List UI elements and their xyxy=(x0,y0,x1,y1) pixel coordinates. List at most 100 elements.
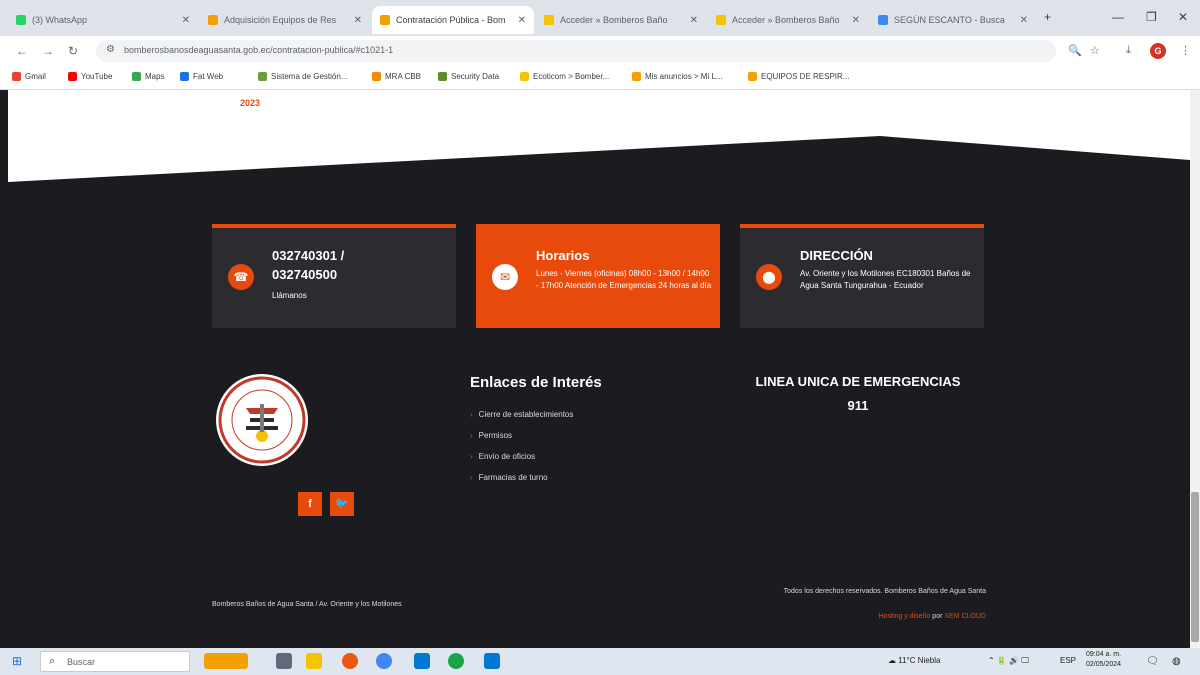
copilot-icon[interactable]: ◍ xyxy=(1172,656,1181,667)
phone-sub-label: Llámanos xyxy=(272,291,307,300)
weather-widget[interactable]: ☁ 11°C Niebla xyxy=(888,656,940,665)
footer-address: Bomberos Baños de Agua Santa / Av. Orien… xyxy=(212,601,402,608)
tab-acceder-2[interactable]: Acceder » Bomberos Baño ✕ xyxy=(708,6,868,34)
bookmark-youtube[interactable]: YouTube xyxy=(68,72,112,81)
scrollbar-thumb[interactable] xyxy=(1191,492,1199,642)
close-icon[interactable]: ✕ xyxy=(354,15,362,26)
twitter-button[interactable]: 🐦 xyxy=(330,492,354,516)
site-favicon-icon xyxy=(372,72,381,81)
site-favicon-icon xyxy=(258,72,267,81)
tab-whatsapp[interactable]: (3) WhatsApp ✕ xyxy=(8,6,198,34)
address-toolbar: ← → ↻ ⚙ bomberosbanosdeaguasanta.gob.ec/… xyxy=(0,36,1200,66)
system-tray-icons[interactable]: ⌃ 🔋 🔊 🖵 xyxy=(988,656,1029,666)
fire-department-seal-icon xyxy=(218,376,306,464)
tab-google-search[interactable]: SEGÚN ESCANTO - Busca ✕ xyxy=(870,6,1036,34)
chevron-right-icon: › xyxy=(470,431,473,440)
tab-acceder-1[interactable]: Acceder » Bomberos Baño ✕ xyxy=(536,6,706,34)
bookmark-ecoticom[interactable]: Ecoticom > Bomber... xyxy=(520,72,609,81)
firefox-icon[interactable] xyxy=(342,653,358,669)
credit-company-link[interactable]: XEM CLOUD xyxy=(944,613,986,620)
weather-text: 11°C Niebla xyxy=(898,656,941,665)
bookmark-maps[interactable]: Maps xyxy=(132,72,165,81)
new-tab-button[interactable]: + xyxy=(1044,10,1051,24)
gmail-icon xyxy=(12,72,21,81)
link-envio[interactable]: › Envío de oficios xyxy=(470,452,535,461)
chrome-icon[interactable] xyxy=(376,653,392,669)
phone-icon: ☎ xyxy=(228,264,254,290)
bookmark-star-icon[interactable]: ☆ xyxy=(1090,44,1100,57)
phone-number-2[interactable]: 032740500 xyxy=(272,265,344,284)
credit-by: por xyxy=(932,613,943,620)
download-icon[interactable]: ⤓ xyxy=(1126,44,1131,57)
tab-title: (3) WhatsApp xyxy=(32,15,88,25)
url-bar[interactable]: ⚙ bomberosbanosdeaguasanta.gob.ec/contra… xyxy=(96,40,1056,62)
hours-card: ✉ Horarios Lunes - Viernes (oficinas) 08… xyxy=(476,224,720,328)
bookmark-sistema[interactable]: Sistema de Gestión... xyxy=(258,72,347,81)
emergency-heading: LINEA UNICA DE EMERGENCIAS xyxy=(755,374,961,389)
file-explorer-icon[interactable] xyxy=(306,653,322,669)
bookmark-anuncios[interactable]: Mis anuncios > Mi L... xyxy=(632,72,723,81)
back-icon[interactable]: ← xyxy=(16,44,28,58)
close-icon[interactable]: ✕ xyxy=(690,15,698,26)
tab-contratacion-active[interactable]: Contratación Pública - Bom ✕ xyxy=(372,6,534,34)
links-heading: Enlaces de Interés xyxy=(470,374,602,391)
site-favicon-icon xyxy=(544,15,554,25)
bookmark-mra[interactable]: MRA CBB xyxy=(372,72,421,81)
clock[interactable]: 09:04 a. m. 02/05/2024 xyxy=(1086,650,1121,670)
close-icon[interactable]: ✕ xyxy=(182,15,190,26)
phone-number-1[interactable]: 032740301 / xyxy=(272,246,344,265)
site-favicon-icon xyxy=(380,15,390,25)
phone-numbers: 032740301 / 032740500 xyxy=(272,246,344,284)
search-icon: ⌕ xyxy=(49,655,56,667)
bookmark-gmail[interactable]: Gmail xyxy=(12,72,46,81)
zoom-icon[interactable]: 🔍 xyxy=(1068,44,1082,57)
bookmark-fatweb[interactable]: Fat Web xyxy=(180,72,223,81)
address-title: DIRECCIÓN xyxy=(800,248,873,263)
facebook-button[interactable]: f xyxy=(298,492,322,516)
tab-title: Acceder » Bomberos Baño xyxy=(560,15,668,25)
browser-tab-bar: (3) WhatsApp ✕ Adquisición Equipos de Re… xyxy=(0,0,1200,36)
window-close-icon[interactable]: ✕ xyxy=(1178,10,1188,24)
windows-start-icon[interactable]: ⊞ xyxy=(12,654,22,668)
bookmark-security[interactable]: Security Data xyxy=(438,72,499,81)
facebook-icon: f xyxy=(308,498,312,510)
forward-icon[interactable]: → xyxy=(42,44,54,58)
bookmark-label: Gmail xyxy=(25,72,46,81)
taskbar-search[interactable]: ⌕ Buscar xyxy=(40,651,190,672)
card-year[interactable]: 2023 xyxy=(240,98,260,108)
url-text[interactable]: bomberosbanosdeaguasanta.gob.ec/contrata… xyxy=(124,45,393,55)
mail-app-icon[interactable] xyxy=(414,653,430,669)
location-icon: ⬤ xyxy=(756,264,782,290)
link-farmacias[interactable]: › Farmacias de turno xyxy=(470,473,548,482)
language-indicator[interactable]: ESP xyxy=(1060,656,1076,665)
menu-kebab-icon[interactable]: ⋮ xyxy=(1180,44,1191,57)
credit-hosting-link[interactable]: Hosting y diseño xyxy=(879,613,931,620)
close-icon[interactable]: ✕ xyxy=(1020,15,1028,26)
task-view-icon[interactable] xyxy=(276,653,292,669)
site-favicon-icon xyxy=(180,72,189,81)
site-favicon-icon xyxy=(438,72,447,81)
restore-icon[interactable]: ❐ xyxy=(1146,10,1157,24)
profile-avatar[interactable]: G xyxy=(1150,43,1166,59)
site-favicon-icon xyxy=(748,72,757,81)
close-icon[interactable]: ✕ xyxy=(852,15,860,26)
bookmark-equipos[interactable]: EQUIPOS DE RESPIR... xyxy=(748,72,849,81)
tab-adquisicion[interactable]: Adquisición Equipos de Res ✕ xyxy=(200,6,370,34)
link-cierre[interactable]: › Cierre de establecimientos xyxy=(470,410,573,419)
reload-icon[interactable]: ↻ xyxy=(68,44,78,58)
notifications-icon[interactable]: 🗨 xyxy=(1146,656,1159,667)
search-highlight-icon[interactable] xyxy=(204,653,248,669)
store-icon[interactable] xyxy=(484,653,500,669)
tab-title: Adquisición Equipos de Res xyxy=(224,15,337,25)
close-icon[interactable]: ✕ xyxy=(518,15,526,26)
site-info-icon[interactable]: ⚙ xyxy=(106,44,115,55)
emergency-number[interactable]: 911 xyxy=(728,398,988,413)
link-permisos[interactable]: › Permisos xyxy=(470,431,512,440)
twitter-icon: 🐦 xyxy=(335,498,349,510)
minimize-icon[interactable]: — xyxy=(1112,10,1124,24)
edge-icon[interactable] xyxy=(448,653,464,669)
site-favicon-icon xyxy=(632,72,641,81)
site-favicon-icon xyxy=(520,72,529,81)
fire-department-logo[interactable] xyxy=(216,374,308,466)
bookmark-label: Security Data xyxy=(451,72,500,81)
